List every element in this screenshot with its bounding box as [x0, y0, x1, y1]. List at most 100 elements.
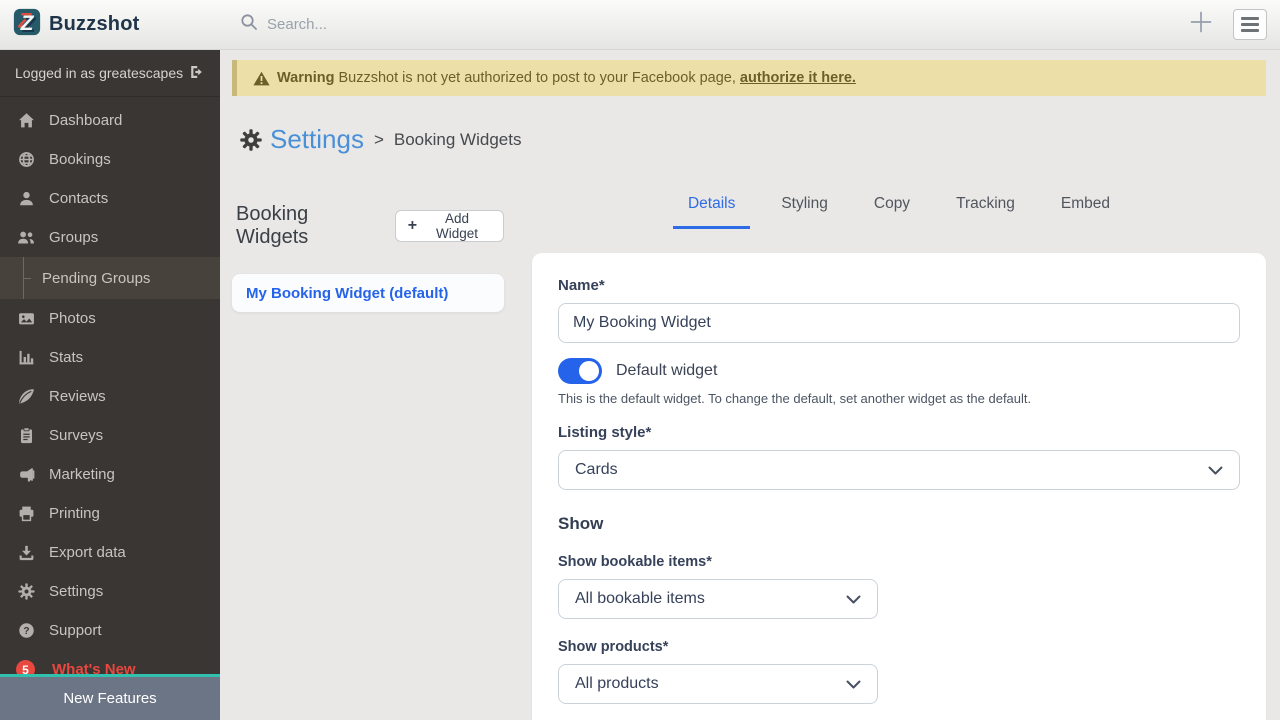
- sidebar-item-label: Reviews: [49, 388, 106, 405]
- tab-bar: Details Styling Copy Tracking Embed: [532, 189, 1266, 229]
- user-icon: [17, 190, 35, 207]
- show-section-heading: Show: [558, 514, 604, 533]
- sidebar-item-printing[interactable]: Printing: [0, 494, 220, 533]
- globe-icon: [17, 151, 35, 168]
- main-content: Warning Buzzshot is not yet authorized t…: [220, 50, 1280, 720]
- sidebar: Logged in as greatescapes Dashboard Book…: [0, 50, 220, 720]
- add-widget-button[interactable]: + Add Widget: [394, 210, 504, 242]
- bar-chart-icon: [17, 349, 35, 366]
- tree-branch: [23, 257, 31, 299]
- sidebar-item-stats[interactable]: Stats: [0, 338, 220, 377]
- svg-text:?: ?: [23, 626, 29, 637]
- svg-text:Z: Z: [20, 12, 35, 35]
- login-text: Logged in as greatescapes: [15, 65, 184, 81]
- sidebar-item-label: Settings: [49, 583, 104, 600]
- sidebar-item-dashboard[interactable]: Dashboard: [0, 101, 220, 140]
- chevron-down-icon: [1208, 466, 1223, 475]
- menu-button[interactable]: [1233, 9, 1267, 40]
- home-icon: [17, 112, 35, 129]
- warning-title: Warning: [277, 70, 335, 86]
- sidebar-item-label: Bookings: [49, 151, 111, 168]
- search-area: [240, 13, 1187, 36]
- sidebar-item-label: Contacts: [49, 190, 109, 207]
- name-input[interactable]: [558, 303, 1240, 343]
- tab-tracking[interactable]: Tracking: [941, 189, 1030, 229]
- sidebar-item-pending-groups[interactable]: Pending Groups: [0, 257, 220, 299]
- image-icon: [17, 310, 35, 327]
- sidebar-item-settings[interactable]: Settings: [0, 572, 220, 611]
- tab-details[interactable]: Details: [672, 189, 751, 229]
- sidebar-item-contacts[interactable]: Contacts: [0, 179, 220, 218]
- topbar: Z Z Z Buzzshot: [0, 0, 1280, 50]
- breadcrumb: Settings > Booking Widgets: [240, 124, 1280, 155]
- bullhorn-icon: [17, 466, 35, 483]
- search-icon: [240, 13, 258, 36]
- sidebar-item-support[interactable]: ? Support: [0, 611, 220, 650]
- tab-styling[interactable]: Styling: [766, 189, 843, 229]
- chevron-down-icon: [846, 595, 861, 604]
- show-products-label: Show products*: [558, 639, 669, 655]
- sidebar-item-label: Marketing: [49, 466, 115, 483]
- feather-icon: [17, 388, 35, 405]
- clipboard-icon: [17, 427, 35, 444]
- listing-style-label: Listing style*: [558, 424, 652, 441]
- search-input[interactable]: [267, 16, 687, 33]
- brand-name: Buzzshot: [49, 13, 140, 35]
- breadcrumb-settings-link[interactable]: Settings: [270, 124, 364, 155]
- chevron-down-icon: [846, 680, 861, 689]
- warning-banner: Warning Buzzshot is not yet authorized t…: [232, 60, 1266, 96]
- sidebar-nav: Dashboard Bookings Contacts Groups Pendi…: [0, 97, 220, 689]
- sidebar-item-export-data[interactable]: Export data: [0, 533, 220, 572]
- sidebar-item-label: Stats: [49, 349, 84, 366]
- printer-icon: [17, 505, 35, 522]
- plus-icon: +: [407, 217, 418, 234]
- sidebar-item-label: Dashboard: [49, 112, 123, 129]
- listing-style-select[interactable]: Cards: [558, 450, 1240, 490]
- topbar-actions: [1187, 8, 1280, 41]
- new-features-button[interactable]: New Features: [0, 677, 220, 720]
- sidebar-item-label: Photos: [49, 310, 96, 327]
- sidebar-item-photos[interactable]: Photos: [0, 299, 220, 338]
- show-bookable-select[interactable]: All bookable items: [558, 579, 878, 619]
- sidebar-item-label: Printing: [49, 505, 100, 522]
- question-icon: ?: [17, 622, 35, 639]
- tab-copy[interactable]: Copy: [859, 189, 925, 229]
- default-widget-toggle[interactable]: [558, 358, 602, 384]
- download-icon: [17, 544, 35, 561]
- authorize-link[interactable]: authorize it here.: [740, 70, 856, 86]
- buzzshot-logo-icon: Z Z Z: [13, 8, 41, 41]
- sidebar-item-marketing[interactable]: Marketing: [0, 455, 220, 494]
- sidebar-item-groups[interactable]: Groups: [0, 218, 220, 257]
- widgets-panel-title: Booking Widgets: [236, 203, 309, 248]
- details-form-card: Name* Default widget This is the default…: [532, 253, 1266, 720]
- sidebar-item-surveys[interactable]: Surveys: [0, 416, 220, 455]
- tab-embed[interactable]: Embed: [1046, 189, 1125, 229]
- brand[interactable]: Z Z Z Buzzshot: [0, 8, 220, 41]
- warning-message: Buzzshot is not yet authorized to post t…: [338, 70, 736, 86]
- widgets-panel: Booking Widgets + Add Widget My Booking …: [232, 189, 504, 312]
- widget-detail-panel: Details Styling Copy Tracking Embed Name…: [532, 189, 1266, 720]
- gear-icon: [17, 583, 35, 600]
- default-widget-help: This is the default widget. To change th…: [558, 391, 1032, 406]
- sidebar-item-label: Support: [49, 622, 102, 639]
- widget-list-item[interactable]: My Booking Widget (default): [232, 274, 504, 312]
- show-products-select[interactable]: All products: [558, 664, 878, 704]
- breadcrumb-separator: >: [373, 129, 384, 149]
- default-widget-label: Default widget: [616, 362, 718, 379]
- sidebar-item-label: Export data: [49, 544, 126, 561]
- login-row: Logged in as greatescapes: [0, 50, 220, 97]
- name-label: Name*: [558, 277, 605, 294]
- breadcrumb-current: Booking Widgets: [393, 129, 522, 149]
- sidebar-item-bookings[interactable]: Bookings: [0, 140, 220, 179]
- gear-icon: [240, 128, 262, 151]
- warning-icon: [253, 71, 270, 86]
- sidebar-item-label: Surveys: [49, 427, 104, 444]
- sidebar-bottom: New Features: [0, 674, 220, 720]
- plus-icon[interactable]: [1187, 8, 1215, 41]
- sidebar-item-label: Groups: [49, 229, 99, 246]
- sidebar-item-label: Pending Groups: [42, 269, 151, 287]
- users-icon: [17, 229, 35, 246]
- show-bookable-label: Show bookable items*: [558, 554, 712, 570]
- sidebar-item-reviews[interactable]: Reviews: [0, 377, 220, 416]
- sign-out-icon[interactable]: [189, 64, 205, 83]
